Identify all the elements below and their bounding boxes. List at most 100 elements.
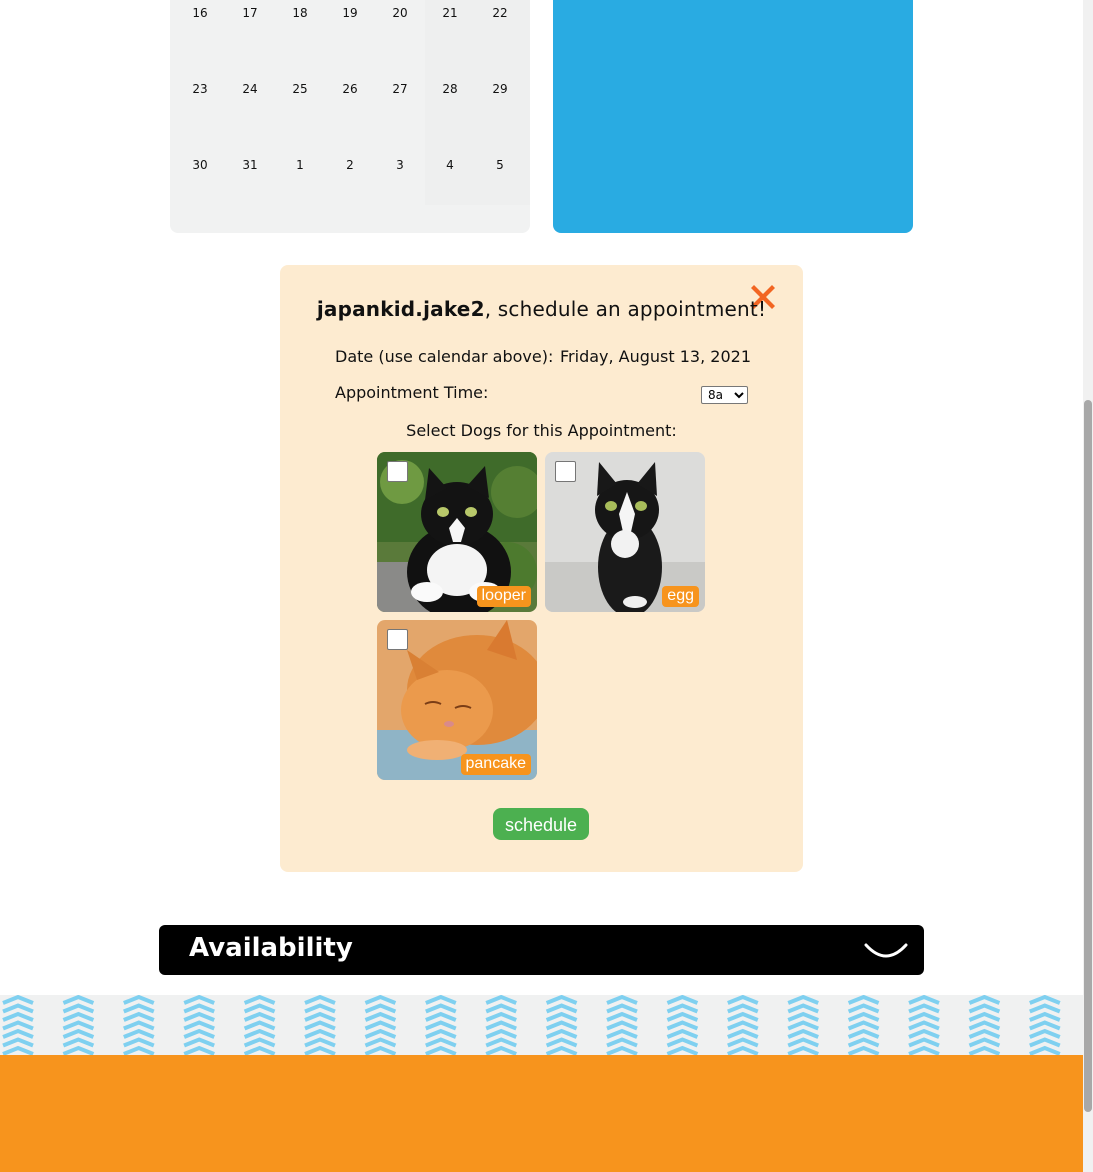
dog-checkbox[interactable] <box>387 461 408 482</box>
calendar-grid: 16 17 18 19 20 21 22 23 24 25 26 27 28 2… <box>175 0 525 228</box>
appointment-title: japankid.jake2, schedule an appointment! <box>280 297 803 321</box>
zigzag-stroke <box>183 1011 215 1022</box>
zigzag-stroke <box>606 1037 638 1048</box>
zigzag-stroke <box>545 995 578 1005</box>
dog-card-egg[interactable]: egg <box>545 452 705 612</box>
zigzag-stroke <box>425 995 457 1005</box>
zigzag-stroke <box>666 1020 699 1031</box>
footer <box>0 1055 1083 1172</box>
scrollbar-thumb[interactable] <box>1084 400 1092 1112</box>
calendar-day[interactable]: 21 <box>425 0 475 76</box>
chevron-down-icon[interactable] <box>863 941 909 961</box>
zigzag-stroke <box>908 995 940 1005</box>
zigzag-stroke <box>606 1028 638 1039</box>
zigzag-stroke <box>364 1020 397 1031</box>
calendar-day[interactable]: 24 <box>225 76 275 152</box>
zigzag-stroke <box>847 1028 880 1039</box>
zigzag-stroke <box>787 1037 819 1048</box>
calendar-day[interactable]: 16 <box>175 0 225 76</box>
zigzag-stroke <box>243 1037 276 1048</box>
zigzag-stroke <box>485 1003 517 1014</box>
calendar-day[interactable]: 17 <box>225 0 275 76</box>
calendar-day[interactable]: 3 <box>375 152 425 228</box>
calendar-day[interactable]: 27 <box>375 76 425 152</box>
appointment-time-select[interactable]: 8a <box>701 386 748 404</box>
zigzag-stroke <box>425 1011 457 1022</box>
appointment-form: japankid.jake2, schedule an appointment!… <box>280 265 803 872</box>
dog-name-tag: egg <box>662 586 699 607</box>
zigzag-stroke <box>908 1028 940 1039</box>
zigzag-stroke <box>968 1020 1001 1031</box>
date-value: Friday, August 13, 2021 <box>560 347 751 366</box>
zigzag-stroke <box>62 1011 95 1022</box>
zigzag-stroke <box>1029 1037 1061 1048</box>
zigzag-stroke <box>304 1045 336 1055</box>
zigzag-stroke <box>2 1011 34 1022</box>
calendar-day[interactable]: 20 <box>375 0 425 76</box>
calendar-day[interactable]: 28 <box>425 76 475 152</box>
zigzag-stroke <box>908 1011 940 1022</box>
zigzag-stroke <box>787 1011 819 1022</box>
zigzag-stroke <box>968 995 1001 1005</box>
zigzag-stroke <box>485 1037 517 1048</box>
info-panel <box>553 0 913 233</box>
calendar-day[interactable]: 25 <box>275 76 325 152</box>
zigzag-stroke <box>62 1020 95 1031</box>
zigzag-stroke <box>123 1003 155 1014</box>
zigzag-stroke <box>62 1045 95 1055</box>
availability-header[interactable]: Availability <box>159 925 924 975</box>
time-label: Appointment Time: <box>335 383 489 402</box>
zigzag-stroke <box>2 1020 34 1031</box>
zigzag-stroke <box>968 1045 1001 1055</box>
zigzag-stroke <box>847 1020 880 1031</box>
dogs-heading: Select Dogs for this Appointment: <box>406 421 677 440</box>
zigzag-stroke <box>62 1037 95 1048</box>
zigzag-stroke <box>364 995 397 1005</box>
availability-title: Availability <box>189 933 353 963</box>
zigzag-stroke <box>847 995 880 1005</box>
scrollbar[interactable] <box>1083 0 1093 1172</box>
zigzag-stroke <box>606 1011 638 1022</box>
calendar-day[interactable]: 30 <box>175 152 225 228</box>
zigzag-stroke <box>243 1011 276 1022</box>
zigzag-stroke <box>2 1028 34 1039</box>
zigzag-stroke <box>908 1037 940 1048</box>
zigzag-pattern <box>2 995 1061 1055</box>
zigzag-stroke <box>123 1037 155 1048</box>
zigzag-stroke <box>606 995 638 1005</box>
calendar-day[interactable]: 22 <box>475 0 525 76</box>
calendar-day[interactable]: 29 <box>475 76 525 152</box>
zigzag-stroke <box>545 1045 578 1055</box>
zigzag-stroke <box>545 1037 578 1048</box>
calendar-day[interactable]: 26 <box>325 76 375 152</box>
calendar-day[interactable]: 18 <box>275 0 325 76</box>
calendar-day[interactable]: 19 <box>325 0 375 76</box>
zigzag-stroke <box>545 1020 578 1031</box>
zigzag-stroke <box>545 1003 578 1014</box>
dog-card-looper[interactable]: looper <box>377 452 537 612</box>
zigzag-stroke <box>727 1037 759 1048</box>
calendar-day[interactable]: 4 <box>425 152 475 228</box>
calendar-day[interactable]: 23 <box>175 76 225 152</box>
zigzag-stroke <box>243 1003 276 1014</box>
dog-checkbox[interactable] <box>387 629 408 650</box>
calendar-day[interactable]: 1 <box>275 152 325 228</box>
zigzag-stroke <box>1029 1045 1061 1055</box>
zigzag-stroke <box>123 1028 155 1039</box>
zigzag-stroke <box>727 1003 759 1014</box>
zigzag-stroke <box>485 1011 517 1022</box>
zigzag-stroke <box>304 1028 336 1039</box>
zigzag-stroke <box>304 1011 336 1022</box>
dog-card-pancake[interactable]: pancake <box>377 620 537 780</box>
zigzag-stroke <box>1029 995 1061 1005</box>
dog-checkbox[interactable] <box>555 461 576 482</box>
calendar-day[interactable]: 2 <box>325 152 375 228</box>
zigzag-stroke <box>727 1011 759 1022</box>
schedule-button[interactable]: schedule <box>493 808 589 840</box>
zigzag-stroke <box>123 1045 155 1055</box>
zigzag-stroke <box>968 1028 1001 1039</box>
zigzag-stroke <box>485 1020 517 1031</box>
calendar-day[interactable]: 5 <box>475 152 525 228</box>
zigzag-stroke <box>545 1028 578 1039</box>
calendar-day[interactable]: 31 <box>225 152 275 228</box>
